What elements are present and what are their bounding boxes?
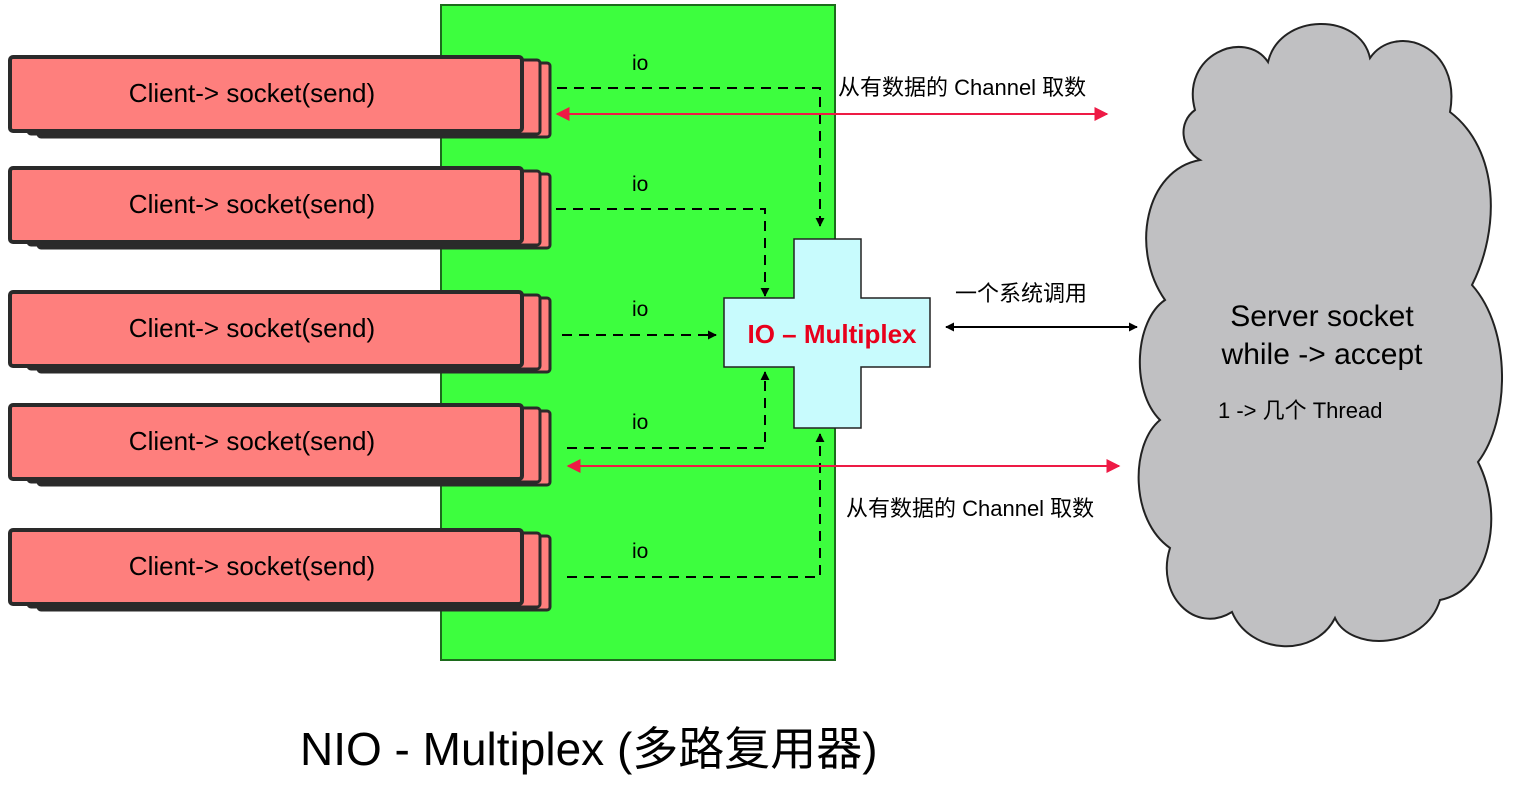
client-stack: Client-> socket(send): [8, 403, 552, 487]
client-label: Client-> socket(send): [129, 313, 375, 343]
client-stack: Client-> socket(send): [8, 290, 552, 374]
nio-multiplex-diagram: Client-> socket(send) Client-> socket(sen…: [8, 4, 1503, 775]
top-channel-note: 从有数据的 Channel 取数: [838, 75, 1086, 100]
io-label-5: io: [632, 540, 648, 563]
server-subtitle: while -> accept: [1221, 338, 1424, 371]
client-stack: Client-> socket(send): [8, 166, 552, 250]
io-label-3: io: [632, 298, 648, 321]
client-stack: Client-> socket(send): [8, 55, 552, 139]
client-label: Client-> socket(send): [129, 551, 375, 581]
client-label: Client-> socket(send): [129, 189, 375, 219]
server-title: Server socket: [1230, 300, 1414, 333]
client-stack: Client-> socket(send): [8, 528, 552, 612]
io-label-2: io: [632, 173, 648, 196]
server-thread-note: 1 -> 几个 Thread: [1218, 398, 1382, 423]
client-label: Client-> socket(send): [129, 78, 375, 108]
bottom-channel-note: 从有数据的 Channel 取数: [846, 496, 1094, 521]
multiplex-label: IO – Multiplex: [747, 319, 917, 349]
io-label-1: io: [632, 52, 648, 75]
diagram-title: NIO - Multiplex (多路复用器): [300, 723, 878, 775]
server-cloud: [1137, 23, 1503, 648]
io-label-4: io: [632, 411, 648, 434]
syscall-note: 一个系统调用: [955, 281, 1087, 306]
client-label: Client-> socket(send): [129, 426, 375, 456]
